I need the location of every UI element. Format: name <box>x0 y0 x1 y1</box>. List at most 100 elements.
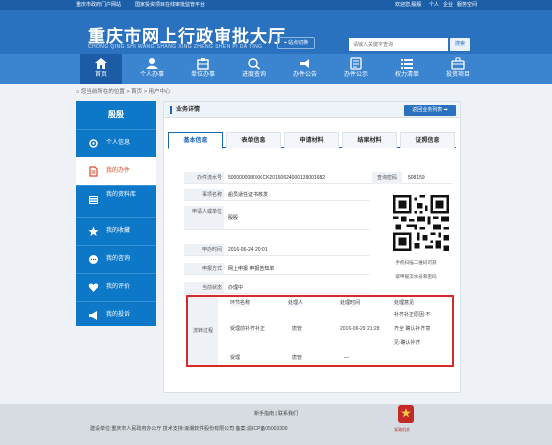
site-logo-subtitle: CHONG QING SHI WANG SHANG XING ZHENG SHE… <box>88 44 263 50</box>
nav-label-organization: 单位办事 <box>190 72 215 78</box>
tab-form-info[interactable]: 表单信息 <box>226 132 281 148</box>
enterprise-link[interactable]: 企业 <box>443 0 453 10</box>
field-row-serial: 办件流水号 5000000080XKCK20160624000139001682… <box>184 172 452 184</box>
field-row-apply-time: 申办时间 2016-06-24 20:01 <box>184 244 370 256</box>
tab-result-materials[interactable]: 结果材料 <box>342 132 397 148</box>
footer-info: 建设单位:重庆市人民政府办公厅 技术支持:浪潮软件股份有限公司 备案:渝ICP备… <box>90 426 288 432</box>
nav-item-home[interactable]: 首页 <box>80 54 122 84</box>
sidebar-label-my-cases: 我的办件 <box>106 168 131 174</box>
sidebar-item-my-evaluations[interactable]: 我的评价 <box>76 273 156 301</box>
flow-row-1-opinion-2: 齐全 确认补齐意 <box>394 326 431 332</box>
welcome-text: 欢迎您,殷殷 <box>395 2 422 8</box>
sidebar-item-personal-info[interactable]: 个人信息 <box>76 129 156 157</box>
field-row-status: 当前状态 办理中 <box>184 282 370 294</box>
flow-header-step: 环节名称 <box>230 300 251 307</box>
qr-caption-line-1: 手机扫描二维码可获 <box>395 260 437 265</box>
field-value: 网上申报 申报告知单 <box>228 266 275 272</box>
breadcrumb-separator: > <box>126 89 130 95</box>
field-value: 办理中 <box>228 285 244 291</box>
list-icon <box>401 59 413 69</box>
field-label: 当前状态 <box>184 282 224 293</box>
nav-label-home: 首页 <box>94 72 107 78</box>
panel-title: 业务详情 <box>170 106 200 114</box>
sidebar-item-my-library[interactable]: 我的资料库 <box>76 185 156 217</box>
field-label: 申报方式 <box>184 263 224 274</box>
nav-label-power-list: 权力清单 <box>394 72 419 78</box>
nav-item-publicity[interactable]: 办件公示 <box>335 54 377 84</box>
sidebar-label-my-complaints: 我的投诉 <box>106 312 131 318</box>
site-switch-button[interactable]: ⌖ 站点切换 <box>277 37 315 49</box>
field-row-item-name: 事项名称 船员适任证书核发 <box>184 189 370 201</box>
detail-tabs: 基本信息 表单信息 申请材料 结果材料 证照信息 <box>168 132 456 149</box>
nav-label-investment: 投资项目 <box>445 72 470 78</box>
field-row-applicant: 申请人或单位 殷殷 <box>184 206 370 230</box>
party-badge-icon[interactable] <box>398 405 414 423</box>
footer-links[interactable]: 新手指南 | 联系我们 <box>0 410 552 417</box>
star-icon <box>88 226 99 236</box>
breadcrumb: ⌂ 您当前所在的位置 > 首页 > 用户中心 <box>76 87 170 97</box>
sidebar-item-my-cases[interactable]: 我的办件 <box>76 157 156 185</box>
sidebar-label-my-library: 我的资料库 <box>106 192 137 198</box>
tab-license-info[interactable]: 证照信息 <box>400 132 455 148</box>
tab-application-materials[interactable]: 申请材料 <box>284 132 339 148</box>
personal-link[interactable]: 个人 <box>429 0 439 10</box>
invest-icon <box>451 57 465 70</box>
notice-icon <box>300 59 309 68</box>
service-space-link[interactable]: 服务空间 <box>457 0 477 10</box>
investment-platform-link[interactable]: 国家投资项目在线审批监管平台 <box>135 0 205 10</box>
field-value: 5000000080XKCK20160624000139001682 <box>228 175 326 181</box>
library-icon <box>89 196 98 204</box>
flow-header-time: 处理时间 <box>340 300 361 307</box>
nav-item-power-list[interactable]: 权力清单 <box>386 54 428 84</box>
flow-process-label: 流转过程 <box>188 297 218 365</box>
flow-row-1-handler: 唐管 <box>292 326 303 332</box>
qr-code-image <box>393 195 449 251</box>
nav-item-progress[interactable]: 进度查询 <box>233 54 275 84</box>
person-icon <box>146 58 158 69</box>
gov-portal-link[interactable]: 重庆市政府门户网站 <box>76 0 121 10</box>
site-switch-label: 站点切换 <box>288 40 309 46</box>
flow-row-1-opinion-3: 见:确认补齐 <box>394 340 421 346</box>
nav-label-notice: 办件公告 <box>292 72 317 78</box>
sidebar-item-my-consultations[interactable]: 我的咨询 <box>76 245 156 273</box>
location-icon: ⌖ <box>283 40 287 46</box>
nav-label-publicity: 办件公示 <box>343 72 368 78</box>
flow-row-2-handler: 唐管 <box>292 355 303 361</box>
heart-icon <box>88 283 99 292</box>
home-icon <box>95 58 107 69</box>
breadcrumb-home[interactable]: 首页 <box>131 89 142 95</box>
flow-row-1-step: 受理前补齐补正 <box>230 326 266 332</box>
breadcrumb-separator: > <box>143 89 147 95</box>
badge-caption: 党政机关 <box>394 427 410 432</box>
publicity-icon <box>350 57 362 70</box>
nav-item-personal[interactable]: 个人办事 <box>131 54 173 84</box>
sidebar-username: 殷殷 <box>108 110 124 119</box>
progress-icon <box>248 58 261 70</box>
chat-icon <box>89 255 98 264</box>
nav-item-organization[interactable]: 单位办事 <box>182 54 224 84</box>
nav-item-investment[interactable]: 投资项目 <box>437 54 479 84</box>
field-value: 殷殷 <box>228 215 239 221</box>
site-header: 重庆市网上行政审批大厅 CHONG QING SHI WANG SHANG XI… <box>0 10 552 54</box>
nav-item-notice[interactable]: 办件公告 <box>284 54 326 84</box>
qr-caption-line-2: 取申报流水号和密码 <box>395 274 437 279</box>
sidebar-item-my-favorites[interactable]: 我的收藏 <box>76 217 156 245</box>
gear-icon <box>89 139 98 148</box>
search-input[interactable] <box>349 38 448 51</box>
tab-basic-info[interactable]: 基本信息 <box>168 132 223 149</box>
search-button[interactable]: 搜索 <box>450 38 470 51</box>
home-small-icon: ⌂ <box>76 89 80 95</box>
field-value: 船员适任证书核发 <box>228 192 269 198</box>
field-label: 事项名称 <box>184 189 224 200</box>
flow-header-handler: 处理人 <box>288 300 304 307</box>
flow-header-opinion: 处理意见 <box>394 300 415 307</box>
sidebar-label-my-favorites: 我的收藏 <box>106 228 131 234</box>
site-footer: 新手指南 | 联系我们 建设单位:重庆市人民政府办公厅 技术支持:浪潮软件股份有… <box>0 404 552 445</box>
top-bar: 重庆市政府门户网站 国家投资项目在线审批监管平台 欢迎您,殷殷 个人 企业 服务… <box>0 0 552 10</box>
return-to-list-button[interactable]: 返回业务列表 ➡ <box>404 105 456 116</box>
field-label: 办件流水号 <box>184 172 224 183</box>
nav-label-personal: 个人办事 <box>139 72 164 78</box>
panel-header: 业务详情 返回业务列表 ➡ <box>164 102 460 118</box>
sidebar-item-my-complaints[interactable]: 我的投诉 <box>76 301 156 326</box>
sidebar-label-personal-info: 个人信息 <box>106 140 131 146</box>
